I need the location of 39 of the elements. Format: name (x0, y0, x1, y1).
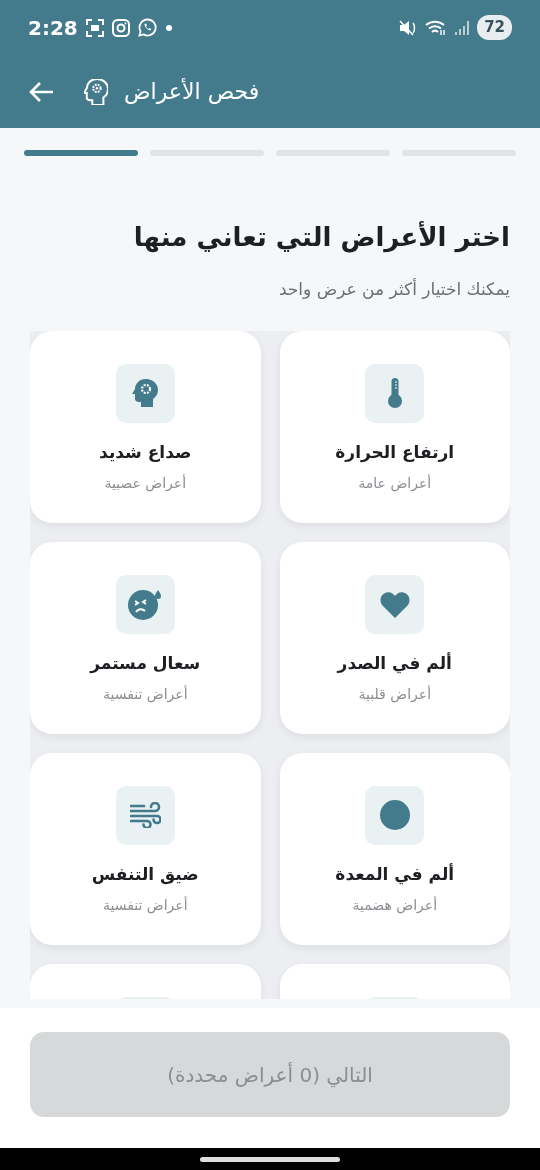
symptom-category: أعراض تنفسية (102, 895, 188, 916)
dot-icon (164, 23, 173, 32)
symptom-name: ارتفاع الحرارة (335, 440, 455, 465)
battery-level: 72 (477, 15, 512, 40)
symptom-category: أعراض عصبية (104, 473, 187, 494)
screen-title: فحص الأعراض (124, 77, 260, 106)
symptom-category: أعراض قلبية (358, 684, 431, 705)
symptom-card[interactable]: صداع شديد أعراض عصبية (30, 330, 261, 523)
back-arrow-icon[interactable] (28, 80, 54, 103)
signal-icon (455, 19, 470, 36)
mute-icon (399, 19, 418, 36)
page-subheading: يمكنك اختيار أكثر من عرض واحد (277, 277, 510, 301)
symptom-name: ضيق التنفس (91, 862, 199, 887)
thermometer-icon (387, 378, 402, 408)
wifi-icon (425, 19, 448, 36)
camera-icon (111, 18, 130, 37)
symptom-category: أعراض هضمية (352, 895, 438, 916)
symptom-card[interactable]: ألم في الصدر أعراض قلبية (279, 541, 510, 734)
symptom-name: ألم في المعدة (335, 862, 455, 887)
clock-time: 2:28 (28, 14, 78, 42)
circle-icon (379, 800, 410, 830)
symptom-card[interactable]: ضيق التنفس أعراض تنفسية (30, 752, 261, 945)
screenshot-icon (85, 18, 104, 37)
head-gear-icon (84, 78, 108, 105)
symptom-card[interactable]: سعال مستمر أعراض تنفسية (30, 541, 261, 734)
heart-icon (379, 590, 410, 618)
symptom-name: صداع شديد (99, 440, 192, 464)
sad-face-icon (128, 588, 163, 620)
head-gear-icon (132, 379, 159, 407)
symptom-name: سعال مستمر (90, 651, 201, 676)
symptom-card[interactable]: ارتفاع الحرارة أعراض عامة (279, 330, 510, 523)
wind-icon (129, 802, 161, 828)
symptom-card[interactable]: ألم في المعدة أعراض هضمية (279, 752, 510, 945)
chat-icon (137, 18, 157, 37)
home-handle[interactable] (200, 1156, 340, 1162)
symptom-category: أعراض عامة (358, 473, 432, 494)
page-heading: اختر الأعراض التي تعاني منها (132, 220, 510, 255)
symptom-category: أعراض تنفسية (102, 684, 188, 705)
symptom-name: ألم في الصدر (337, 651, 452, 676)
